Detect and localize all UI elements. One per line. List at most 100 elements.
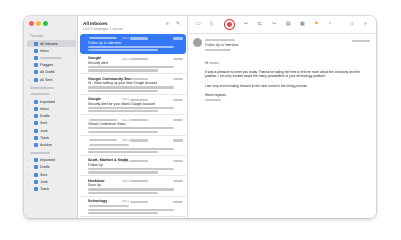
sidebar-item-label: Sent	[40, 172, 48, 177]
sidebar-item[interactable]: ›	[27, 54, 76, 61]
message-row[interactable]: Google Inbox Security alert for your linke…	[80, 95, 186, 116]
chevron-right-icon[interactable]: ›	[28, 158, 31, 162]
message-sender	[88, 118, 117, 122]
message-preview	[88, 167, 182, 175]
sidebar-item-label: Flagged	[40, 63, 53, 68]
archive-icon	[34, 142, 38, 147]
sidebar-item[interactable]: › Sent	[27, 171, 76, 178]
more-icon[interactable]: »	[364, 22, 367, 27]
doc-icon	[34, 165, 38, 170]
mailbox-count: 10,573 messages, 1 unread	[83, 26, 123, 31]
message-row[interactable]: Google Inbox Security alert	[80, 54, 186, 75]
chevron-right-icon[interactable]: ›	[28, 70, 31, 74]
redacted-sender	[205, 38, 235, 42]
sidebar-item-label: Trash	[40, 186, 50, 191]
filter-icon[interactable]: ≡	[166, 22, 169, 27]
chevron-right-icon[interactable]: ›	[28, 114, 31, 118]
notify-icon[interactable]: ◔	[328, 22, 331, 27]
chevron-right-icon[interactable]: ›	[28, 129, 31, 133]
close-window-button[interactable]	[29, 21, 34, 26]
folder-icon	[34, 99, 38, 104]
sidebar-item[interactable]: › Sent	[27, 120, 76, 127]
zoom-window-button[interactable]	[43, 21, 48, 26]
chevron-right-icon[interactable]: ›	[28, 63, 31, 67]
chevron-right-icon[interactable]: ›	[28, 42, 31, 46]
message-row[interactable]: Inbox	[80, 136, 186, 156]
send-icon	[34, 121, 38, 126]
sidebar-item[interactable]: › All Inboxes	[27, 40, 76, 47]
sidebar-item-label: Inbox	[40, 106, 49, 111]
move-icon[interactable]: ▦	[300, 22, 305, 27]
sidebar-item[interactable]: › Junk	[27, 178, 76, 185]
chevron-right-icon[interactable]: ›	[28, 56, 31, 60]
mailbox-icon[interactable]: ▤	[286, 22, 291, 27]
sidebar-item[interactable]: › Junk	[27, 127, 76, 134]
chevron-right-icon[interactable]: ›	[28, 136, 31, 140]
inbox-icon	[34, 106, 38, 111]
search-icon[interactable]: ⌕	[351, 22, 354, 27]
message-mailbox: Inbox	[122, 159, 149, 163]
sender-name	[205, 38, 235, 42]
sidebar-item[interactable]: › Important	[27, 157, 76, 164]
junk-button[interactable]	[227, 22, 232, 27]
sidebar-item[interactable]: › Archive	[27, 141, 76, 148]
message-sender: Schoology	[88, 199, 108, 204]
chevron-right-icon[interactable]: ›	[28, 143, 31, 147]
message-preview	[88, 65, 182, 73]
reply-all-icon[interactable]: ⇇	[258, 22, 262, 27]
redacted-name	[209, 62, 220, 65]
sidebar-item[interactable]: › Drafts	[27, 113, 76, 120]
chevron-right-icon[interactable]: ›	[28, 78, 31, 82]
message-mailbox: Inbox	[122, 36, 149, 40]
reader-toolbar: ▭ ▯ ↩ ⇇ ↪ ▤ ▦ ⚑ ◔ ⌕ »	[188, 16, 376, 34]
compose-icon[interactable]: ✎	[176, 22, 180, 27]
message-signature	[205, 98, 370, 102]
message-mailbox: Inbox	[122, 179, 149, 183]
trash-icon[interactable]: ▯	[210, 22, 213, 27]
chevron-right-icon[interactable]: ›	[28, 121, 31, 125]
flag-icon[interactable]: ⚑	[314, 22, 318, 27]
message-list: All Inboxes 10,573 messages, 1 unread ≡ …	[78, 16, 188, 218]
message-date	[172, 199, 183, 203]
archive-icon[interactable]: ▭	[196, 22, 201, 27]
message-list-header: All Inboxes 10,573 messages, 1 unread ≡ …	[78, 16, 188, 34]
inbox-icon	[34, 55, 38, 60]
message-row[interactable]: Google Community Team Inbox Hi , finish se…	[80, 75, 186, 95]
message-subject: Follow Up to Interview	[205, 43, 239, 47]
send-icon	[34, 77, 38, 82]
chevron-right-icon[interactable]: ›	[28, 187, 31, 191]
sidebar-item[interactable]: › All Drafts	[27, 69, 76, 76]
sidebar-item-label: Important	[40, 99, 56, 104]
sidebar-item[interactable]: › Trash	[27, 134, 76, 141]
sidebar-item[interactable]: › Inbox	[27, 47, 76, 54]
message-row[interactable]: Schoology Inbox	[80, 197, 186, 218]
sidebar-item-label: Important	[40, 158, 56, 163]
sidebar-section-header: Favorites	[30, 34, 44, 38]
chevron-right-icon[interactable]: ›	[28, 165, 31, 169]
sidebar-item[interactable]: › Important	[27, 98, 76, 105]
reply-icon[interactable]: ↩	[244, 22, 248, 27]
minimize-window-button[interactable]	[36, 21, 41, 26]
message-row[interactable]: Scott, Maribel & Nadia Inbox Follow Up	[80, 156, 186, 177]
inbox-icon	[34, 41, 38, 46]
chevron-right-icon[interactable]: ›	[28, 100, 31, 104]
forward-icon[interactable]: ↪	[272, 22, 276, 27]
message-date	[352, 39, 370, 43]
sidebar-item[interactable]: › Inbox	[27, 105, 76, 112]
sidebar-item[interactable]: › Flagged	[27, 62, 76, 69]
message-row[interactable]: Inbox Virtual Conference Video	[80, 116, 186, 136]
sidebar-item[interactable]: › All Sent	[27, 76, 76, 83]
chevron-right-icon[interactable]: ›	[28, 173, 31, 177]
chevron-right-icon[interactable]: ›	[28, 49, 31, 53]
message-row[interactable]: Inbox Follow Up to Interview	[80, 34, 186, 54]
flag-icon	[34, 63, 38, 68]
doc-icon	[34, 114, 38, 119]
message-sender: Google	[88, 56, 102, 61]
sidebar-item-label: Junk	[40, 128, 48, 133]
message-row[interactable]: Nextdoor Inbox Soon Up	[80, 177, 186, 197]
chevron-right-icon[interactable]: ›	[28, 180, 31, 184]
sidebar-item[interactable]: › Trash	[27, 185, 76, 192]
chevron-right-icon[interactable]: ›	[28, 107, 31, 111]
sidebar-item[interactable]: › Drafts	[27, 164, 76, 171]
trash-icon	[34, 135, 38, 140]
